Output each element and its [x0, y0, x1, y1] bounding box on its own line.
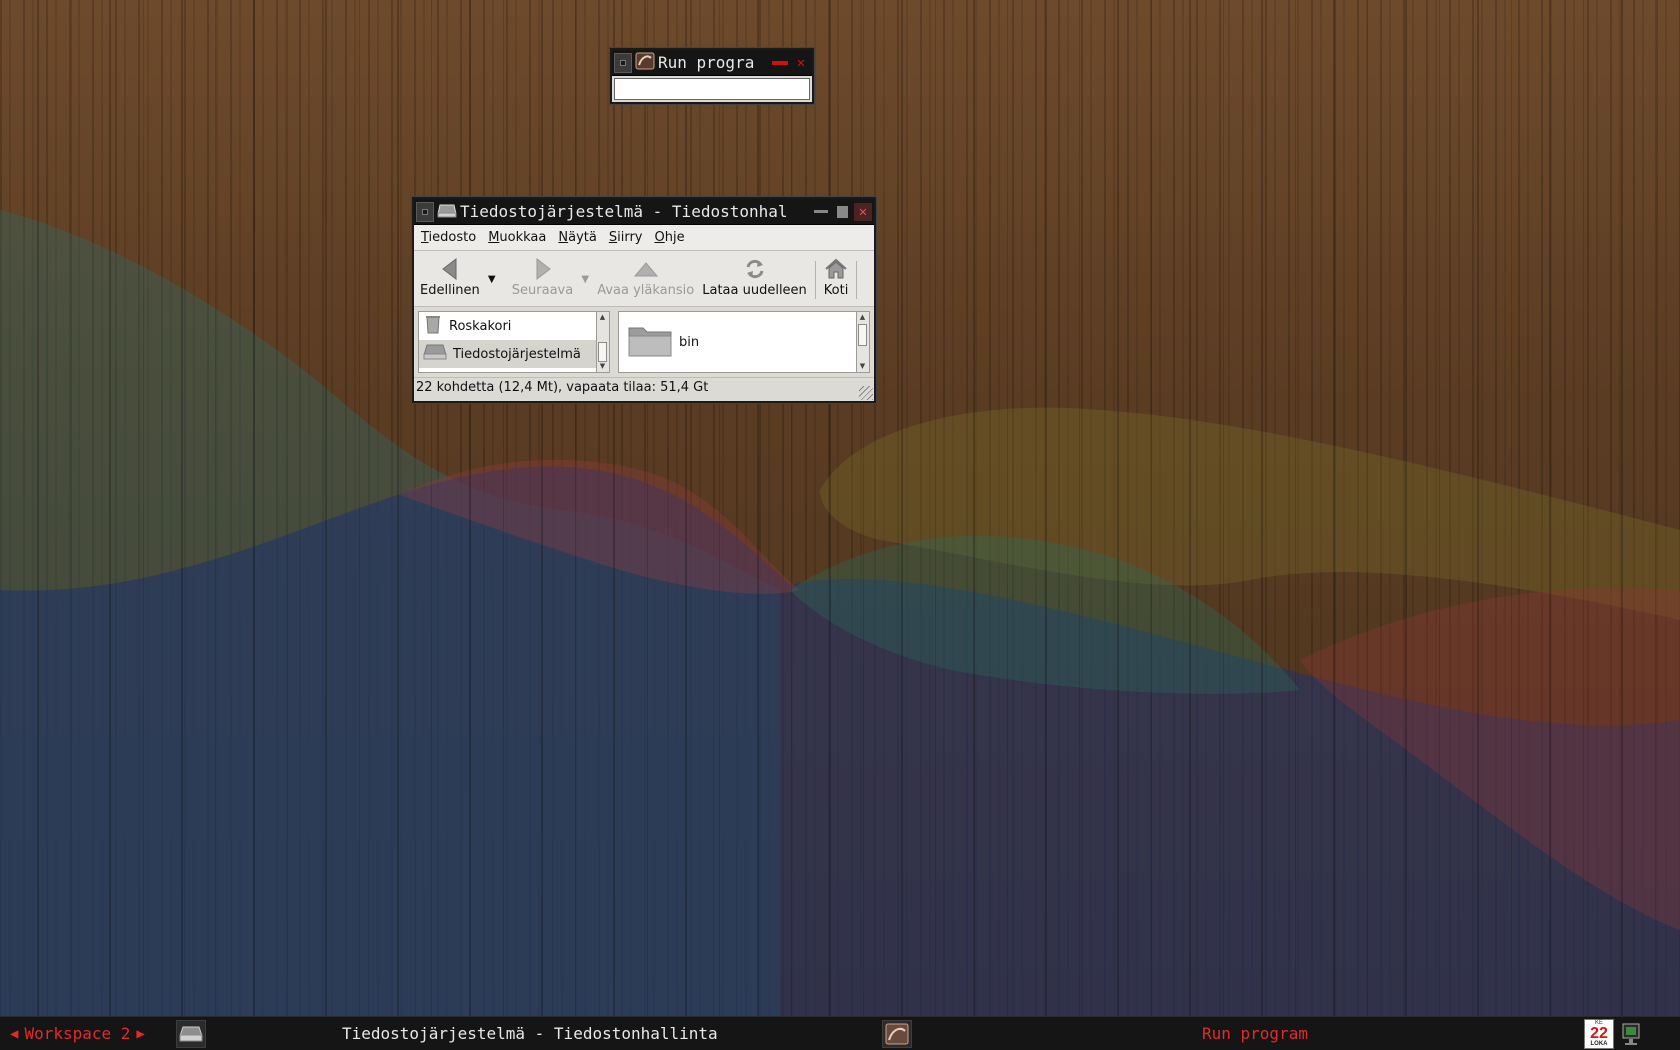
workspace-next-icon[interactable]: ▶ [136, 1026, 144, 1042]
status-text: 22 kohdetta (12,4 Mt), vapaata tilaa: 51… [416, 380, 709, 395]
fm-window-title: Tiedostojärjestelmä - Tiedostonhal [460, 202, 788, 221]
arrow-right-icon [533, 255, 553, 283]
menu-nayta[interactable]: Näytä [558, 230, 596, 245]
file-list: bin [618, 311, 857, 373]
folder-icon[interactable] [627, 322, 673, 362]
forward-history-dropdown[interactable]: ▼ [577, 255, 593, 303]
minimize-icon[interactable] [771, 54, 789, 72]
task-run-program[interactable]: Run program [1202, 1024, 1582, 1043]
sidebar-item-label: Tiedostojärjestelmä [453, 346, 581, 362]
fm-window-titlebar[interactable]: Tiedostojärjestelmä - Tiedostonhal ✕ [414, 199, 874, 225]
menu-muokkaa[interactable]: Muokkaa [488, 230, 546, 245]
window-menu-button[interactable] [614, 52, 632, 73]
up-label: Avaa yläkansio [597, 283, 695, 298]
reload-button[interactable]: Lataa uudelleen [698, 255, 811, 298]
task-run-icon[interactable] [882, 1019, 912, 1048]
run-program-window[interactable]: Run progra ✕ [610, 48, 814, 104]
reload-icon [744, 255, 766, 283]
file-list-scrollbar[interactable]: ▲ ▼ [857, 311, 870, 373]
toolbar-separator [856, 261, 858, 299]
drive-icon [423, 343, 447, 365]
task-filemanager[interactable]: Tiedostojärjestelmä - Tiedostonhallinta [342, 1024, 882, 1043]
chevron-down-icon: ▼ [487, 273, 496, 285]
sidebar-item-filesystem[interactable]: Tiedostojärjestelmä [419, 340, 596, 368]
window-menu-button[interactable] [416, 201, 434, 222]
content-panes: Roskakori Tiedostojärjestelmä ▲ ▼ bin ▲ … [414, 307, 874, 377]
chevron-down-icon: ▼ [581, 273, 590, 285]
calendar-widget[interactable]: KE 22 LOKA [1584, 1018, 1614, 1049]
menu-siirry[interactable]: Siirry [609, 230, 643, 245]
home-icon [824, 255, 848, 283]
menu-tiedosto[interactable]: Tiedosto [421, 230, 476, 245]
sidebar-item-trash[interactable]: Roskakori [419, 312, 596, 340]
wallpaper-waves [0, 210, 1680, 1016]
calendar-month: LOKA [1590, 1040, 1608, 1047]
file-list-pane: bin ▲ ▼ [618, 311, 870, 373]
trash-icon [423, 314, 443, 338]
drive-title-icon [437, 202, 457, 222]
workspace-switcher[interactable]: ◀ Workspace 2 ▶ [0, 1024, 176, 1043]
toolbar-separator [814, 261, 816, 299]
arrow-up-icon [633, 255, 659, 283]
sidebar-pane: Roskakori Tiedostojärjestelmä ▲ ▼ [418, 311, 610, 373]
run-window-title: Run progra [658, 53, 755, 72]
scrollbar-thumb[interactable] [598, 342, 607, 362]
taskbar: ◀ Workspace 2 ▶ Tiedostojärjestelmä - Ti… [0, 1016, 1680, 1050]
desktop[interactable]: Run progra ✕ Tiedostojärjestelmä - Tiedo… [0, 0, 1680, 1016]
home-button[interactable]: Koti [820, 255, 853, 298]
back-button[interactable]: Edellinen [416, 255, 484, 298]
back-label: Edellinen [420, 283, 480, 298]
menu-ohje[interactable]: Ohje [655, 230, 685, 245]
up-button[interactable]: Avaa yläkansio [593, 255, 698, 298]
close-icon[interactable]: ✕ [792, 54, 810, 72]
file-manager-window[interactable]: Tiedostojärjestelmä - Tiedostonhal ✕ Tie… [412, 197, 876, 403]
run-app-icon [635, 52, 655, 74]
calendar-day: 22 [1590, 1024, 1608, 1042]
home-label: Koti [823, 283, 849, 298]
resize-grip[interactable] [859, 386, 873, 400]
back-history-dropdown[interactable]: ▼ [484, 255, 500, 303]
workspace-prev-icon[interactable]: ◀ [10, 1026, 18, 1042]
monitor-icon[interactable] [1618, 1019, 1644, 1049]
scroll-up-icon[interactable]: ▲ [597, 312, 608, 323]
file-item-label[interactable]: bin [679, 335, 699, 350]
sidebar-scrollbar[interactable]: ▲ ▼ [597, 311, 610, 373]
places-list: Roskakori Tiedostojärjestelmä [418, 311, 597, 373]
reload-label: Lataa uudelleen [702, 283, 807, 298]
toolbar: Edellinen ▼ Seuraava ▼ Avaa yläkansio La… [414, 251, 874, 307]
run-window-titlebar[interactable]: Run progra ✕ [612, 50, 812, 76]
scroll-down-icon[interactable]: ▼ [597, 361, 608, 372]
workspace-label: Workspace 2 [24, 1024, 131, 1043]
arrow-left-icon [440, 255, 460, 283]
scrollbar-thumb[interactable] [858, 324, 867, 346]
task-filemanager-icon[interactable] [176, 1019, 206, 1048]
forward-label: Seuraava [511, 283, 574, 298]
run-command-input[interactable] [614, 78, 810, 100]
close-icon[interactable]: ✕ [854, 202, 872, 221]
scroll-down-icon[interactable]: ▼ [857, 361, 868, 372]
menubar: Tiedosto Muokkaa Näytä Siirry Ohje [414, 225, 874, 251]
minimize-icon[interactable] [812, 203, 830, 221]
maximize-icon[interactable] [833, 203, 851, 221]
status-bar: 22 kohdetta (12,4 Mt), vapaata tilaa: 51… [414, 377, 874, 397]
forward-button[interactable]: Seuraava [508, 255, 577, 298]
scroll-up-icon[interactable]: ▲ [857, 312, 868, 323]
sidebar-item-label: Roskakori [449, 318, 512, 334]
